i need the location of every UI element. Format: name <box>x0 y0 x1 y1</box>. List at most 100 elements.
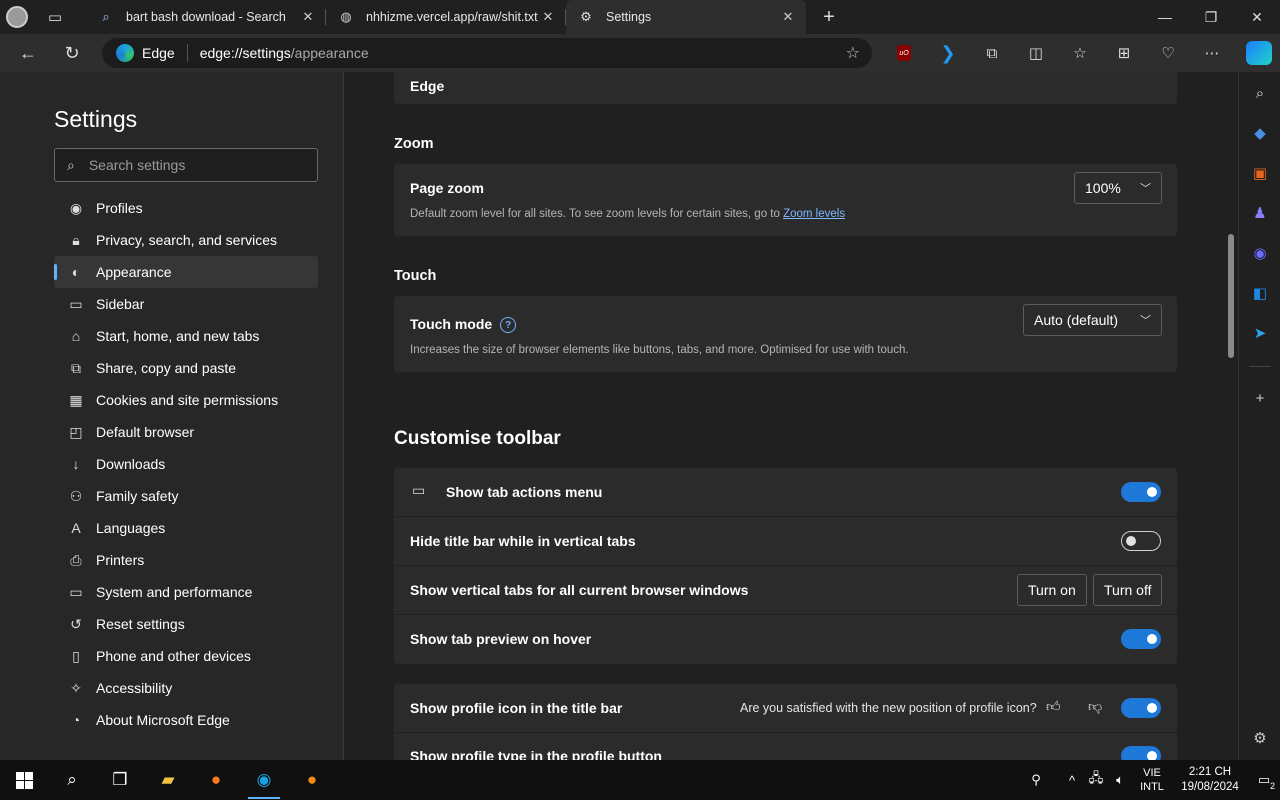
close-icon[interactable]: ✕ <box>780 9 796 25</box>
close-icon[interactable]: ✕ <box>300 9 316 25</box>
tab-search[interactable]: ⌕ bart bash download - Search ✕ <box>86 0 326 34</box>
laptop-icon: ▭ <box>69 583 83 600</box>
sidebar-settings-icon[interactable]: ⚙ <box>1239 723 1280 753</box>
profile-type-toggle[interactable] <box>1121 746 1161 760</box>
hide-title-bar-toggle[interactable] <box>1121 531 1161 551</box>
search-input[interactable] <box>88 157 289 173</box>
outlook-icon[interactable]: ◧ <box>1239 278 1280 308</box>
vscode-icon[interactable]: ❯ <box>926 34 970 72</box>
games-icon[interactable]: ♟ <box>1239 198 1280 228</box>
firefox-icon[interactable]: ● <box>192 760 240 800</box>
copilot-icon[interactable] <box>1246 41 1272 65</box>
scrollbar-thumb[interactable] <box>1228 234 1234 358</box>
tab-actions-menu-icon: ▭ <box>412 482 426 498</box>
address-bar[interactable]: Edge edge://settings /appearance ☆ <box>102 38 872 68</box>
favorite-star-icon[interactable]: ☆ <box>846 43 860 63</box>
thumbs-down-icon[interactable]: 👎︎ <box>1088 698 1102 715</box>
taskbar: ⌕ ❒ ▰ ● ◉ ● ⚲ ^ 🖧︎ 🔈︎ VIE INTL 2:21 CH 1… <box>0 760 1280 800</box>
close-window-icon[interactable]: ✕ <box>1234 0 1280 34</box>
window-controls: — ❐ ✕ <box>1142 0 1280 34</box>
settings-title: Settings <box>54 106 138 132</box>
tab-actions-icon[interactable]: ▭ <box>38 0 72 34</box>
touch-mode-dropdown[interactable]: Auto (default) ﹀ <box>1023 304 1162 336</box>
collections-icon[interactable]: ⊞ <box>1102 34 1146 72</box>
turn-off-button[interactable]: Turn off <box>1093 574 1163 606</box>
people-icon[interactable]: ⚲ <box>1024 772 1048 788</box>
sidebar-search-icon[interactable]: ⌕ <box>1239 78 1280 108</box>
chevron-up-icon[interactable]: ^ <box>1060 773 1084 788</box>
sidebar-item-share[interactable]: ⧉ Share, copy and paste <box>54 352 318 384</box>
sidebar-item-default-browser[interactable]: ◰ Default browser <box>54 416 318 448</box>
new-tab-button[interactable]: + <box>812 0 846 34</box>
tab-preview-toggle[interactable] <box>1121 629 1161 649</box>
sidebar-item-phone[interactable]: ▯ Phone and other devices <box>54 640 318 672</box>
vlc-icon[interactable]: ● <box>288 760 336 800</box>
extensions-icon[interactable]: ⧉ <box>970 34 1014 72</box>
page-zoom-desc: Default zoom level for all sites. To see… <box>410 208 846 220</box>
edge-taskbar-icon[interactable]: ◉ <box>240 760 288 800</box>
sidebar-item-accessibility[interactable]: ✧ Accessibility <box>54 672 318 704</box>
profile-icon-toggle[interactable] <box>1121 698 1161 718</box>
turn-on-button[interactable]: Turn on <box>1017 574 1087 606</box>
sidebar-item-profiles[interactable]: ◉ Profiles <box>54 192 318 224</box>
sidebar-item-sidebar[interactable]: ▭ Sidebar <box>54 288 318 320</box>
close-icon[interactable]: ✕ <box>540 9 556 25</box>
vertical-tabs-label: Show vertical tabs for all current brows… <box>410 582 749 598</box>
more-icon[interactable]: ⋯ <box>1190 34 1234 72</box>
page-zoom-dropdown[interactable]: 100% ﹀ <box>1074 172 1162 204</box>
language-indicator[interactable]: VIE INTL <box>1132 766 1172 794</box>
split-screen-icon[interactable]: ◫ <box>1014 34 1058 72</box>
send-icon[interactable]: ➤ <box>1239 318 1280 348</box>
refresh-button[interactable]: ↻ <box>52 34 92 72</box>
performance-icon[interactable]: ♡ <box>1146 34 1190 72</box>
show-tab-actions-toggle[interactable] <box>1121 482 1161 502</box>
profile-feedback-text: Are you satisfied with the new position … <box>740 701 1037 715</box>
restore-icon[interactable]: ❐ <box>1188 0 1234 34</box>
settings-sidebar: Settings ⌕ ◉Profiles 🔒︎Privacy, search, … <box>0 72 344 760</box>
ublock-icon[interactable]: uO <box>882 34 926 72</box>
touch-section-title: Touch <box>394 268 437 284</box>
tab-bar: ▭ ⌕ bart bash download - Search ✕ ◍ nhhi… <box>0 0 1280 34</box>
download-icon: ↓ <box>72 456 80 472</box>
clock[interactable]: 2:21 CH 19/08/2024 <box>1172 765 1248 795</box>
edge-icon: ◔ <box>71 712 81 728</box>
tab-settings[interactable]: ⚙ Settings ✕ <box>566 0 806 34</box>
sidebar-item-reset[interactable]: ↺ Reset settings <box>54 608 318 640</box>
sidebar-item-system[interactable]: ▭ System and performance <box>54 576 318 608</box>
copilot-sidebar-icon[interactable]: ◉ <box>1239 238 1280 268</box>
sidebar-item-privacy[interactable]: 🔒︎ Privacy, search, and services <box>54 224 318 256</box>
sidebar-item-appearance[interactable]: ◐ Appearance <box>54 256 318 288</box>
sidebar-item-languages[interactable]: A Languages <box>54 512 318 544</box>
add-icon[interactable]: + <box>1239 383 1280 413</box>
sidebar-item-start-home[interactable]: ⌂ Start, home, and new tabs <box>54 320 318 352</box>
sidebar-item-family[interactable]: ⚇ Family safety <box>54 480 318 512</box>
profile-avatar[interactable] <box>0 0 34 34</box>
sidebar-item-about[interactable]: ◔ About Microsoft Edge <box>54 704 318 736</box>
network-icon[interactable]: 🖧︎ <box>1084 769 1108 791</box>
browser-icon: ◰ <box>69 423 83 440</box>
tab-raw-text[interactable]: ◍ nhhizme.vercel.app/raw/shit.txt ✕ <box>326 0 566 34</box>
file-explorer-icon[interactable]: ▰ <box>144 760 192 800</box>
zoom-levels-link[interactable]: Zoom levels <box>783 208 845 220</box>
back-button[interactable]: ← <box>8 34 48 72</box>
shopping-tag-icon[interactable]: ◆ <box>1239 118 1280 148</box>
touch-mode-card: Touch mode? Increases the size of browse… <box>394 296 1177 372</box>
tools-icon[interactable]: ▣ <box>1239 158 1280 188</box>
help-icon[interactable]: ? <box>500 317 517 334</box>
thumbs-up-icon[interactable]: 👍︎ <box>1046 698 1061 715</box>
taskbar-search-icon[interactable]: ⌕ <box>48 760 96 800</box>
sidebar-item-downloads[interactable]: ↓ Downloads <box>54 448 318 480</box>
task-view-icon[interactable]: ❒ <box>96 760 144 800</box>
start-button[interactable] <box>0 760 48 800</box>
sidebar-item-cookies[interactable]: ▦ Cookies and site permissions <box>54 384 318 416</box>
favorites-icon[interactable]: ☆ <box>1058 34 1102 72</box>
minimize-icon[interactable]: — <box>1142 0 1188 34</box>
sidebar-item-printers[interactable]: ⎙ Printers <box>54 544 318 576</box>
main-scrollbar[interactable] <box>1224 72 1238 760</box>
customise-toolbar-title: Customise toolbar <box>394 428 561 449</box>
volume-icon[interactable]: 🔈︎ <box>1108 772 1132 788</box>
profile-type-label: Show profile type in the profile button <box>410 748 662 760</box>
notification-icon[interactable]: ▭ 2 <box>1248 760 1280 800</box>
url-path: /appearance <box>290 45 369 61</box>
search-box[interactable]: ⌕ <box>54 148 318 182</box>
